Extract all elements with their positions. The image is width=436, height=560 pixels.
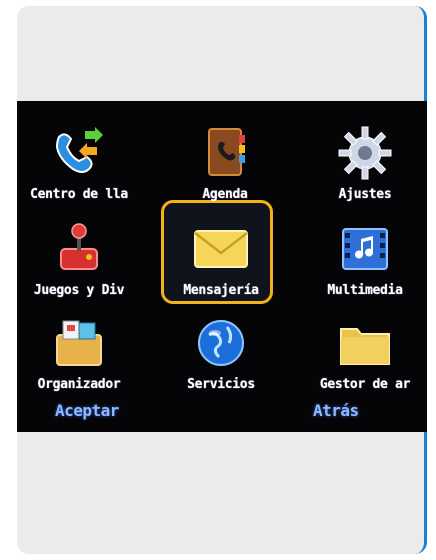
menu-item-settings[interactable]: Ajustes — [305, 115, 425, 211]
menu-item-label: Servicios — [187, 377, 255, 392]
menu-item-label: Organizador — [37, 377, 121, 392]
menu-item-games[interactable]: Juegos y Div — [19, 211, 139, 307]
settings-gear-icon — [338, 126, 392, 180]
menu-item-label: Ajustes — [338, 187, 392, 202]
menu-item-label: Juegos y Div — [33, 283, 125, 298]
phone-calls-icon — [55, 127, 103, 173]
menu-item-agenda[interactable]: Agenda — [165, 115, 285, 211]
menu-item-label: Centro de lla — [30, 187, 128, 202]
menu-item-label: Multimedia — [327, 283, 403, 298]
menu-item-services[interactable]: Servicios — [161, 305, 281, 401]
menu-item-calls[interactable]: Centro de lla — [19, 115, 139, 211]
joystick-icon — [60, 223, 98, 270]
menu-item-organizer[interactable]: Organizador — [19, 305, 139, 401]
envelope-icon — [194, 230, 248, 268]
address-book-icon — [208, 128, 245, 176]
folder-icon — [340, 328, 390, 365]
globe-icon — [198, 320, 244, 366]
phone-screen: Centro de lla Agenda Ajustes Juegos y Di… — [17, 101, 427, 432]
menu-item-label: Agenda — [202, 187, 248, 202]
organizer-calendar-icon — [56, 320, 102, 366]
softkey-accept[interactable]: Aceptar — [55, 401, 119, 420]
menu-item-file-manager[interactable]: Gestor de ar — [305, 305, 425, 401]
film-music-icon — [342, 228, 388, 270]
menu-item-multimedia[interactable]: Multimedia — [305, 211, 425, 307]
menu-item-label: Gestor de ar — [319, 377, 411, 392]
menu-item-messaging[interactable]: Mensajería — [161, 211, 281, 307]
softkey-back[interactable]: Atrás — [313, 401, 359, 420]
menu-item-label: Mensajería — [183, 283, 259, 298]
